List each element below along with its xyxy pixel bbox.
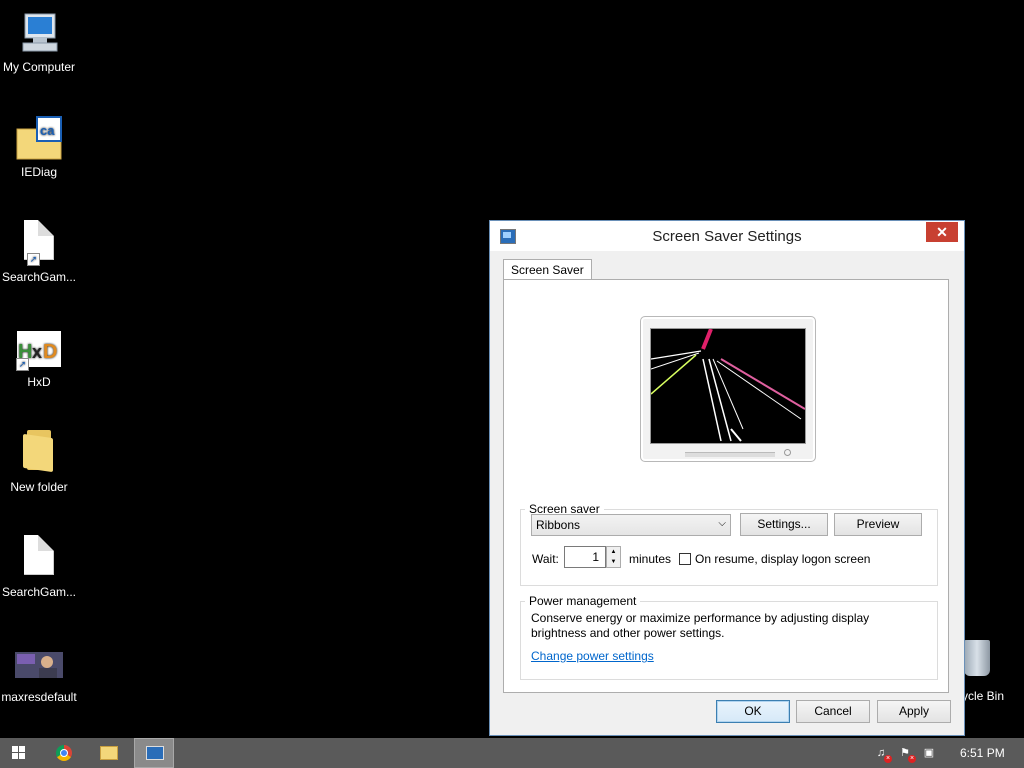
desktop-icon-label: SearchGam... <box>1 270 77 284</box>
iediag-folder-icon: ca <box>15 115 63 163</box>
tab-screen-saver[interactable]: Screen Saver <box>503 259 592 281</box>
chrome-icon <box>56 745 72 761</box>
network-icon[interactable]: ▣ <box>922 747 936 760</box>
taskbar-clock[interactable]: 6:51 PM <box>960 746 1005 760</box>
settings-button[interactable]: Settings... <box>740 513 828 536</box>
desktop-icon-label: New folder <box>10 480 68 494</box>
folder-icon <box>15 430 63 478</box>
start-icon <box>12 746 26 760</box>
computer-icon <box>15 10 63 58</box>
wait-minutes-input[interactable]: 1 <box>564 546 606 568</box>
desktop-icon-hxd[interactable]: H x D ➚ HxD <box>0 319 78 389</box>
resume-logon-label[interactable]: On resume, display logon screen <box>695 552 870 566</box>
screen-saver-settings-dialog: Screen Saver Settings ✕ Screen Saver Scr… <box>489 220 965 736</box>
desktop-icon-label: maxresdefault <box>1 690 77 704</box>
desktop-icon-maxresdefault[interactable]: maxresdefault <box>0 634 78 704</box>
spin-up-icon[interactable]: ▲ <box>607 547 620 557</box>
taskbar-file-explorer[interactable] <box>89 738 129 768</box>
ribbons-preview-screen <box>650 328 806 444</box>
document-shortcut-icon: ➚ <box>15 220 63 268</box>
desktop-icon-label: IEDiag <box>20 165 58 179</box>
desktop-icon-iediag[interactable]: ca IEDiag <box>0 109 78 179</box>
desktop-icon-searchgam-2[interactable]: SearchGam... <box>0 529 78 599</box>
desktop-icon-label: HxD <box>27 375 51 389</box>
close-button[interactable]: ✕ <box>926 222 958 242</box>
ok-button[interactable]: OK <box>716 700 790 723</box>
volume-muted-icon[interactable]: ♫ × <box>874 747 892 763</box>
spin-down-icon[interactable]: ▼ <box>607 557 620 567</box>
desktop-icon-label: My Computer <box>2 60 76 74</box>
wait-label: Wait: <box>532 552 559 566</box>
wait-minutes-spinner[interactable]: ▲ ▼ <box>606 546 621 568</box>
preview-button[interactable]: Preview <box>834 513 922 536</box>
monitor-stand <box>685 452 775 457</box>
desktop-icon-label: ycle Bin <box>962 689 1005 703</box>
svg-text:x: x <box>32 342 42 362</box>
shortcut-arrow-icon: ➚ <box>16 358 29 371</box>
power-management-group-label: Power management <box>529 594 637 608</box>
taskbar-screen-saver-settings[interactable] <box>134 738 174 768</box>
svg-text:ca: ca <box>40 123 55 138</box>
close-icon: ✕ <box>936 224 948 240</box>
power-description: Conserve energy or maximize performance … <box>531 611 870 640</box>
taskbar: ♫ × ⚑ × ▣ 6:51 PM <box>0 738 1024 768</box>
desktop-icon-searchgam-1[interactable]: ➚ SearchGam... <box>0 214 78 284</box>
preview-monitor <box>640 316 816 462</box>
hxd-icon: H x D ➚ <box>15 325 63 373</box>
screen-saver-settings-icon <box>146 746 164 760</box>
svg-text:D: D <box>43 341 57 363</box>
file-explorer-icon <box>100 746 118 760</box>
tab-strip: Screen Saver <box>503 258 592 281</box>
screen-saver-dropdown[interactable]: Ribbons ⌵ <box>531 514 731 536</box>
resume-logon-checkbox[interactable] <box>679 553 691 565</box>
taskbar-chrome[interactable] <box>44 738 84 768</box>
document-icon <box>15 535 63 583</box>
monitor-power-led <box>784 449 791 456</box>
action-center-alert-icon[interactable]: ⚑ × <box>898 747 916 763</box>
chevron-down-icon: ⌵ <box>718 518 726 529</box>
desktop-icon-new-folder[interactable]: New folder <box>0 424 78 494</box>
desktop-icon-label: SearchGam... <box>1 585 77 599</box>
cancel-button[interactable]: Cancel <box>796 700 870 723</box>
minutes-label: minutes <box>629 552 672 566</box>
recycle-bin-icon <box>964 640 990 676</box>
image-thumbnail-icon <box>15 640 63 688</box>
dialog-title: Screen Saver Settings <box>652 228 802 245</box>
change-power-settings-link[interactable]: Change power settings <box>531 649 654 663</box>
screen-saver-selected-value: Ribbons <box>536 518 581 532</box>
start-button[interactable] <box>0 738 40 768</box>
apply-button[interactable]: Apply <box>877 700 951 723</box>
shortcut-arrow-icon: ➚ <box>27 253 40 266</box>
dialog-titlebar[interactable]: Screen Saver Settings ✕ <box>490 221 964 251</box>
tab-panel: Screen saver Ribbons ⌵ Settings... Previ… <box>503 279 949 693</box>
desktop-icon-my-computer[interactable]: My Computer <box>0 4 78 74</box>
